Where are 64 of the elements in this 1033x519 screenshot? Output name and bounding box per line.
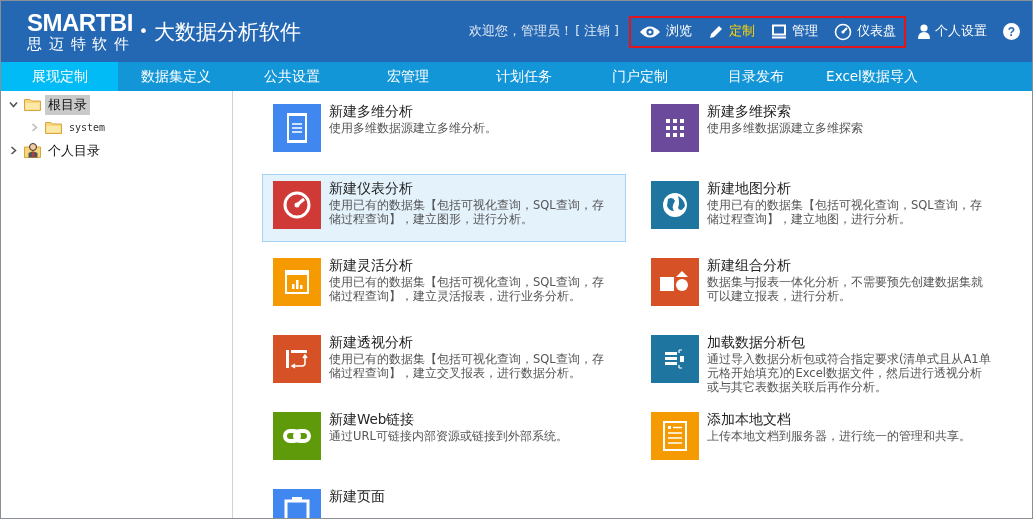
chevron-down-icon[interactable] xyxy=(9,100,18,109)
tagline-dot: • xyxy=(138,22,149,41)
personal-settings-link[interactable]: 个人设置 xyxy=(918,23,987,40)
monitor-icon xyxy=(771,24,787,39)
analysis-option[interactable]: 新建多维探索 使用多维数据源建立多维探索 xyxy=(640,97,1004,165)
mode-button[interactable]: 管理 xyxy=(771,23,818,40)
tree-item[interactable]: 根目录 xyxy=(45,94,90,115)
nav-tab[interactable]: 目录发布 xyxy=(698,62,814,91)
folder-icon xyxy=(45,121,62,134)
nav-tab[interactable]: 公共设置 xyxy=(234,62,350,91)
logo-wordmark: SMARTBI xyxy=(27,11,133,35)
tree-item[interactable]: 个人目录 xyxy=(45,140,103,161)
welcome-text: 欢迎您，管理员！ xyxy=(469,23,574,40)
option-description: 使用已有的数据集【包括可视化查询，SQL查询，存储过程查询】，建立灵活报表，进行业务分析。 xyxy=(329,275,605,303)
nav-tab[interactable]: 数据集定义 xyxy=(118,62,234,91)
pencil-icon xyxy=(708,23,724,40)
option-title: 新建页面 xyxy=(329,487,385,505)
mode-button[interactable]: 浏览 xyxy=(639,23,692,40)
nav-tab[interactable]: 门户定制 xyxy=(582,62,698,91)
analysis-option[interactable]: 新建地图分析 使用已有的数据集【包括可视化查询，SQL查询，存储过程查询】，建立地图，进行分析。 xyxy=(640,174,1004,242)
option-description: 使用已有的数据集【包括可视化查询，SQL查询，存储过程查询】，建立地图，进行分析。 xyxy=(707,198,983,226)
option-title: 新建灵活分析 xyxy=(329,256,414,274)
chevron-right-icon[interactable] xyxy=(9,146,18,155)
tree-item[interactable]: system xyxy=(66,121,109,134)
option-title: 新建多维分析 xyxy=(329,102,414,120)
folder-icon xyxy=(24,98,41,111)
nav-tab[interactable]: 计划任务 xyxy=(466,62,582,91)
analysis-option[interactable]: 加载数据分析包 通过导入数据分析包或符合指定要求(清单式且从A1单元格开始填充)的Excel数据文件，然后进行透视分析或与其它表数据关联后再作分析。 xyxy=(640,328,1004,396)
option-title: 加载数据分析包 xyxy=(707,333,806,351)
option-description: 使用多维数据源建立多维探索 xyxy=(707,121,863,135)
analysis-option[interactable]: 新建灵活分析 使用已有的数据集【包括可视化查询，SQL查询，存储过程查询】，建立灵活报表，进行业务分析。 xyxy=(262,251,626,319)
nav-tab[interactable]: Excel数据导入 xyxy=(814,62,930,91)
analysis-option[interactable]: 新建仪表分析 使用已有的数据集【包括可视化查询，SQL查询，存储过程查询】，建立图形，进行分析。 xyxy=(262,174,626,242)
option-description: 使用多维数据源建立多维分析。 xyxy=(329,121,497,135)
logo-subtitle: 思 迈 特 软 件 xyxy=(27,37,132,52)
option-title: 新建透视分析 xyxy=(329,333,414,351)
option-description: 通过导入数据分析包或符合指定要求(清单式且从A1单元格开始填充)的Excel数据文件，然后进行透视分析或与其它表数据关联后再作分析。 xyxy=(707,352,992,394)
user-icon xyxy=(918,24,930,39)
option-description: 使用已有的数据集【包括可视化查询，SQL查询，存储过程查询】，建立交叉报表，进行数据分析。 xyxy=(329,352,605,380)
logout-link[interactable]: [ 注销 ] xyxy=(575,23,619,40)
nav-tab[interactable]: 宏管理 xyxy=(350,62,466,91)
gauge-icon xyxy=(834,22,852,41)
person-folder-icon xyxy=(24,143,41,158)
product-tagline: 大数据分析软件 xyxy=(154,18,302,46)
analysis-option[interactable]: 新建页面 xyxy=(262,482,626,518)
option-title: 新建地图分析 xyxy=(707,179,792,197)
option-description: 上传本地文档到服务器，进行统一的管理和共享。 xyxy=(707,429,971,443)
mode-button[interactable]: 定制 xyxy=(708,23,755,40)
option-description: 数据集与报表一体化分析，不需要预先创建数据集就可以建立报表，进行分析。 xyxy=(707,275,984,303)
option-title: 新建组合分析 xyxy=(707,256,792,274)
help-button[interactable]: ? xyxy=(1003,23,1020,40)
option-description: 使用已有的数据集【包括可视化查询，SQL查询，存储过程查询】，建立图形，进行分析。 xyxy=(329,198,605,226)
analysis-option[interactable]: 新建多维分析 使用多维数据源建立多维分析。 xyxy=(262,97,626,165)
option-title: 新建多维探索 xyxy=(707,102,792,120)
analysis-option[interactable]: 新建Web链接 通过URL可链接内部资源或链接到外部系统。 xyxy=(262,405,626,473)
option-title: 新建Web链接 xyxy=(329,410,416,428)
eye-icon xyxy=(639,24,661,39)
analysis-option[interactable]: 新建透视分析 使用已有的数据集【包括可视化查询，SQL查询，存储过程查询】，建立交叉报表，进行数据分析。 xyxy=(262,328,626,396)
analysis-option[interactable]: 新建组合分析 数据集与报表一体化分析，不需要预先创建数据集就可以建立报表，进行分析。 xyxy=(640,251,1004,319)
option-title: 添加本地文档 xyxy=(707,410,792,428)
option-title: 新建仪表分析 xyxy=(329,179,414,197)
option-description: 通过URL可链接内部资源或链接到外部系统。 xyxy=(329,429,568,443)
analysis-option[interactable]: 添加本地文档 上传本地文档到服务器，进行统一的管理和共享。 xyxy=(640,405,1004,473)
mode-button[interactable]: 仪表盘 xyxy=(834,22,896,41)
